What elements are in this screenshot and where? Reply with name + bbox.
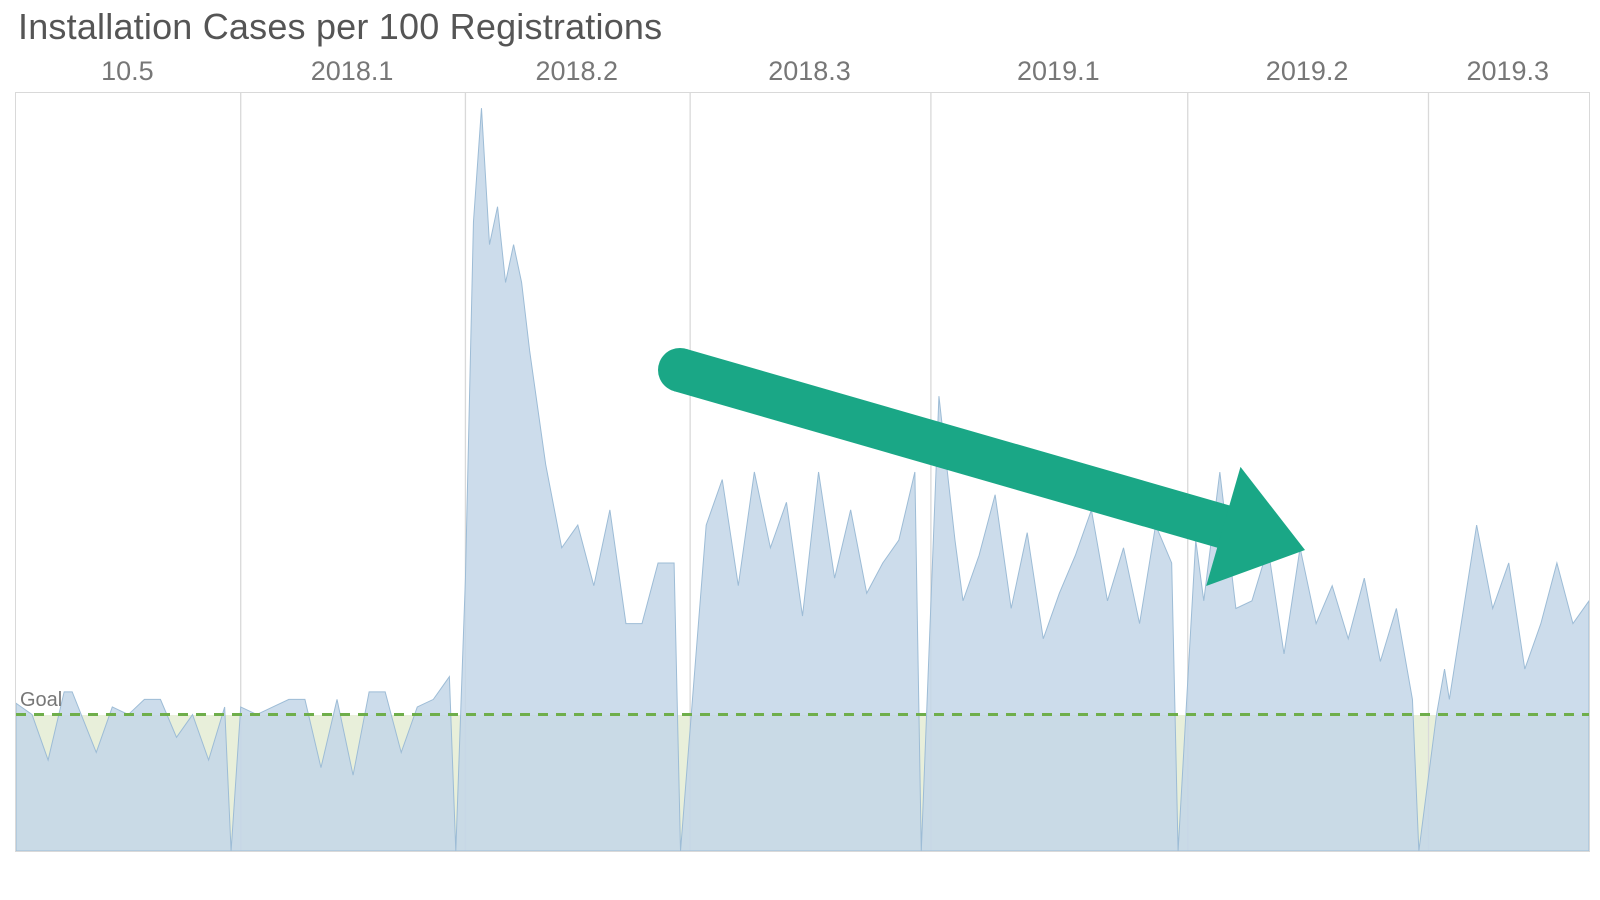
x-tick-label: 2018.3 — [768, 56, 851, 87]
x-tick-label: 2018.2 — [535, 56, 618, 87]
chart-title: Installation Cases per 100 Registrations — [18, 6, 662, 48]
x-tick-label: 2019.3 — [1466, 56, 1549, 87]
chart-plot-area: Goal — [15, 92, 1590, 852]
x-tick-label: 2018.1 — [311, 56, 394, 87]
x-tick-label: 10.5 — [101, 56, 154, 87]
chart-svg — [16, 93, 1589, 851]
x-tick-label: 2019.1 — [1017, 56, 1100, 87]
x-tick-label: 2019.2 — [1266, 56, 1349, 87]
goal-label: Goal — [20, 689, 62, 712]
x-axis-labels: 10.5 2018.1 2018.2 2018.3 2019.1 2019.2 2019.3 — [15, 56, 1590, 92]
